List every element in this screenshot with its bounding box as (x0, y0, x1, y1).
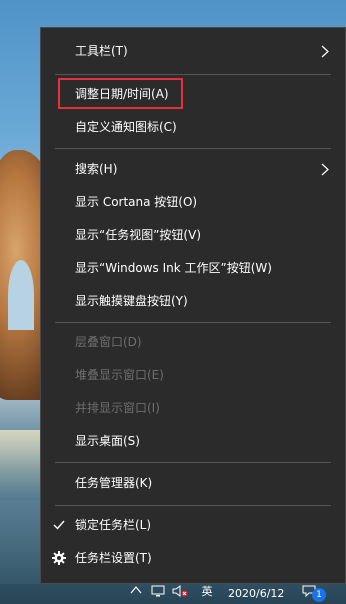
menu-item-search[interactable]: 搜索(H) (41, 153, 345, 186)
chevron-up-icon[interactable] (128, 585, 144, 599)
network-icon[interactable] (150, 585, 166, 599)
menu-item-label: 层叠窗口(D) (75, 335, 142, 349)
menu-item-label: 显示触摸键盘按钮(Y) (75, 294, 188, 308)
menu-separator (55, 74, 331, 75)
menu-item-show-task-view-button[interactable]: 显示“任务视图”按钮(V) (41, 219, 345, 252)
menu-item-label: 显示 Cortana 按钮(O) (75, 195, 198, 209)
menu-item-label: 显示“Windows Ink 工作区”按钮(W) (75, 261, 272, 275)
chevron-right-icon (319, 153, 331, 186)
menu-item-lock-taskbar[interactable]: 锁定任务栏(L) (41, 509, 345, 542)
menu-item-label: 显示桌面(S) (75, 434, 140, 448)
menu-item-label: 堆叠显示窗口(E) (75, 368, 164, 382)
menu-item-stack-windows: 堆叠显示窗口(E) (41, 359, 345, 392)
menu-separator (55, 505, 331, 506)
menu-item-show-desktop[interactable]: 显示桌面(S) (41, 425, 345, 458)
menu-separator (55, 148, 331, 149)
checkmark-icon (51, 509, 67, 542)
menu-item-label: 调整日期/时间(A) (75, 87, 169, 101)
menu-item-show-windows-ink-button[interactable]: 显示“Windows Ink 工作区”按钮(W) (41, 252, 345, 285)
menu-separator (55, 462, 331, 463)
ime-indicator[interactable]: 英 (199, 585, 215, 599)
menu-item-label: 工具栏(T) (75, 44, 128, 58)
notification-count-badge: 1 (312, 588, 326, 602)
menu-item-label: 锁定任务栏(L) (75, 518, 152, 532)
menu-item-adjust-date-time[interactable]: 调整日期/时间(A) (41, 78, 345, 111)
menu-item-show-touch-keyboard-button[interactable]: 显示触摸键盘按钮(Y) (41, 285, 345, 318)
menu-item-taskbar-settings[interactable]: 任务栏设置(T) (41, 542, 345, 575)
menu-item-task-manager[interactable]: 任务管理器(K) (41, 467, 345, 500)
menu-item-customize-notification-icons[interactable]: 自定义通知图标(C) (41, 111, 345, 144)
menu-item-label: 并排显示窗口(I) (75, 401, 160, 415)
menu-item-label: 自定义通知图标(C) (75, 120, 177, 134)
gear-icon (51, 542, 67, 575)
menu-item-label: 任务栏设置(T) (75, 551, 152, 565)
menu-separator (55, 322, 331, 323)
menu-item-label: 显示“任务视图”按钮(V) (75, 228, 202, 242)
taskbar-clock-date[interactable]: 2020/6/12 (228, 587, 284, 601)
chevron-right-icon (319, 35, 331, 68)
menu-item-side-by-side-windows: 并排显示窗口(I) (41, 392, 345, 425)
wallpaper-rock-arch (8, 260, 34, 330)
volume-muted-icon[interactable] (172, 585, 188, 599)
menu-item-cascade-windows: 层叠窗口(D) (41, 326, 345, 359)
menu-item-label: 搜索(H) (75, 162, 118, 176)
menu-item-label: 任务管理器(K) (75, 476, 153, 490)
menu-item-show-cortana-button[interactable]: 显示 Cortana 按钮(O) (41, 186, 345, 219)
menu-item-toolbars[interactable]: 工具栏(T) (41, 35, 345, 68)
taskbar-context-menu: 工具栏(T) 调整日期/时间(A) 自定义通知图标(C) 搜索(H) 显示 Co… (40, 27, 346, 584)
